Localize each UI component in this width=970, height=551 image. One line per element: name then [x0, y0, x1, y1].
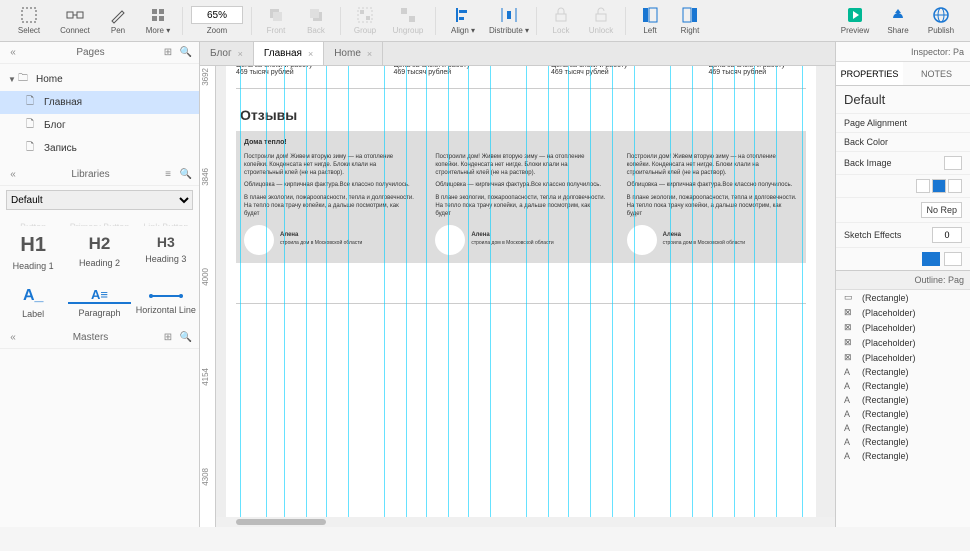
back-color-row[interactable]: Back Color [836, 132, 970, 151]
left-panel-toggle[interactable]: Left [630, 1, 670, 41]
search-icon[interactable]: 🔍 [179, 168, 193, 182]
library-select[interactable]: Default [6, 190, 193, 210]
search-icon[interactable]: 🔍 [179, 331, 193, 345]
widget-h3[interactable]: H3Heading 3 [133, 226, 199, 279]
right-panel-toggle[interactable]: Right [670, 1, 710, 41]
outline-item[interactable]: A(Rectangle) [836, 449, 970, 463]
widget-button[interactable]: Button [0, 214, 66, 226]
left-sidebar: « Pages ⊞ 🔍 ▼🗀Home 🗋Главная 🗋Блог 🗋Запис… [0, 42, 200, 527]
pages-panel-header: « Pages ⊞ 🔍 [0, 42, 199, 64]
review-card[interactable]: Построили дом! Живем вторую зиму — на от… [244, 154, 415, 255]
widget-paragraph[interactable]: A≡Paragraph [66, 279, 132, 327]
widget-h1[interactable]: H1Heading 1 [0, 226, 66, 279]
collapse-icon[interactable]: « [6, 331, 20, 345]
back-tool[interactable]: Back [296, 1, 336, 41]
widget-h2[interactable]: H2Heading 2 [66, 226, 132, 279]
front-tool[interactable]: Front [256, 1, 296, 41]
inspector-header: Inspector: Pa [836, 42, 970, 62]
tab-item[interactable]: Главная× [254, 42, 324, 65]
review-card[interactable]: Построили дом! Живем вторую зиму — на от… [435, 154, 606, 255]
group-tool[interactable]: Group [345, 1, 385, 41]
select-tool[interactable]: Select [6, 1, 52, 41]
distribute-tool[interactable]: Distribute ▾ [486, 1, 532, 41]
close-icon[interactable]: × [367, 49, 372, 59]
page-alignment-row[interactable]: Page Alignment [836, 113, 970, 132]
lock-tool[interactable]: Lock [541, 1, 581, 41]
zoom-input[interactable] [191, 6, 243, 24]
canvas-area: 308 462 615 769 923 3692 3846 4000 4154 … [200, 42, 835, 527]
avatar-placeholder[interactable] [627, 225, 657, 255]
outline-item[interactable]: A(Rectangle) [836, 435, 970, 449]
share-button[interactable]: Share [878, 1, 918, 41]
avatar-placeholder[interactable] [435, 225, 465, 255]
widget-primary-button[interactable]: Primary Button [66, 214, 132, 226]
widget-hline[interactable]: Horizontal Line [133, 279, 199, 327]
back-image-row[interactable]: Back Image [836, 151, 970, 174]
tree-page[interactable]: 🗋Запись [0, 137, 199, 160]
ungroup-tool[interactable]: Ungroup [385, 1, 431, 41]
right-sidebar: Inspector: Pa PROPERTIES NOTES Default P… [835, 42, 970, 527]
pages-tree: ▼🗀Home 🗋Главная 🗋Блог 🗋Запись [0, 64, 199, 164]
color-swatch[interactable] [944, 252, 962, 266]
add-master-icon[interactable]: ⊞ [161, 331, 175, 345]
close-icon[interactable]: × [238, 49, 243, 59]
more-tool[interactable]: More ▾ [138, 1, 178, 41]
outline-item[interactable]: ⊠(Placeholder) [836, 350, 970, 365]
outline-tree: ▭(Rectangle)⊠(Placeholder)⊠(Placeholder)… [836, 290, 970, 527]
tab-item[interactable]: Блог× [200, 42, 254, 65]
outline-item[interactable]: A(Rectangle) [836, 393, 970, 407]
collapse-icon[interactable]: « [6, 46, 20, 60]
reviews-block[interactable]: Дома тепло! Построили дом! Живем вторую … [236, 131, 806, 263]
tab-notes[interactable]: NOTES [903, 62, 970, 85]
align-tool[interactable]: Align ▾ [440, 1, 486, 41]
widget-label[interactable]: A_Label [0, 279, 66, 327]
collapse-icon[interactable]: « [6, 168, 20, 182]
horizontal-scrollbar[interactable] [216, 517, 835, 527]
libraries-panel-header: « Libraries ≡ 🔍 [0, 164, 199, 186]
unlock-tool[interactable]: Unlock [581, 1, 621, 41]
add-page-icon[interactable]: ⊞ [161, 46, 175, 60]
outline-item[interactable]: ⊠(Placeholder) [836, 320, 970, 335]
page-artboard[interactable]: Цена за блоки и работу469 тысяч рублей Ц… [226, 58, 816, 527]
tree-page[interactable]: 🗋Блог [0, 114, 199, 137]
tree-folder-home[interactable]: ▼🗀Home [0, 68, 199, 91]
publish-button[interactable]: Publish [918, 1, 964, 41]
inspector-title: Default [836, 86, 970, 113]
widget-link-button[interactable]: Link Button [133, 214, 199, 226]
pen-tool[interactable]: Pen [98, 1, 138, 41]
main-toolbar: Select Connect Pen More ▾ Zoom Front Bac… [0, 0, 970, 42]
tab-properties[interactable]: PROPERTIES [836, 62, 903, 85]
reviews-heading[interactable]: Отзывы [226, 97, 816, 129]
zoom-control[interactable]: Zoom [191, 6, 243, 35]
repeat-select[interactable]: No Rep [921, 202, 962, 218]
align-buttons[interactable] [916, 179, 962, 193]
outline-item[interactable]: A(Rectangle) [836, 421, 970, 435]
sketch-effects-row[interactable]: Sketch Effects [836, 222, 970, 247]
search-icon[interactable]: 🔍 [179, 46, 193, 60]
outline-item[interactable]: A(Rectangle) [836, 365, 970, 379]
ruler-vertical: 3692 3846 4000 4154 4308 [200, 58, 216, 527]
outline-item[interactable]: A(Rectangle) [836, 407, 970, 421]
preview-button[interactable]: Preview [832, 1, 878, 41]
outline-item[interactable]: ⊠(Placeholder) [836, 305, 970, 320]
outline-header: Outline: Pag [836, 270, 970, 290]
document-tabs: Блог× Главная× Home× [200, 42, 835, 66]
close-icon[interactable]: × [308, 49, 313, 59]
list-icon[interactable]: ≡ [161, 168, 175, 182]
sketch-value-input[interactable] [932, 227, 962, 243]
avatar-placeholder[interactable] [244, 225, 274, 255]
outline-item[interactable]: A(Rectangle) [836, 379, 970, 393]
masters-panel-header: « Masters ⊞ 🔍 [0, 327, 199, 349]
outline-item[interactable]: ⊠(Placeholder) [836, 335, 970, 350]
outline-item[interactable]: ▭(Rectangle) [836, 290, 970, 305]
color-swatch[interactable] [922, 252, 940, 266]
tree-page[interactable]: 🗋Главная [0, 91, 199, 114]
canvas[interactable]: Цена за блоки и работу469 тысяч рублей Ц… [216, 58, 835, 527]
tab-item[interactable]: Home× [324, 42, 383, 65]
connect-tool[interactable]: Connect [52, 1, 98, 41]
